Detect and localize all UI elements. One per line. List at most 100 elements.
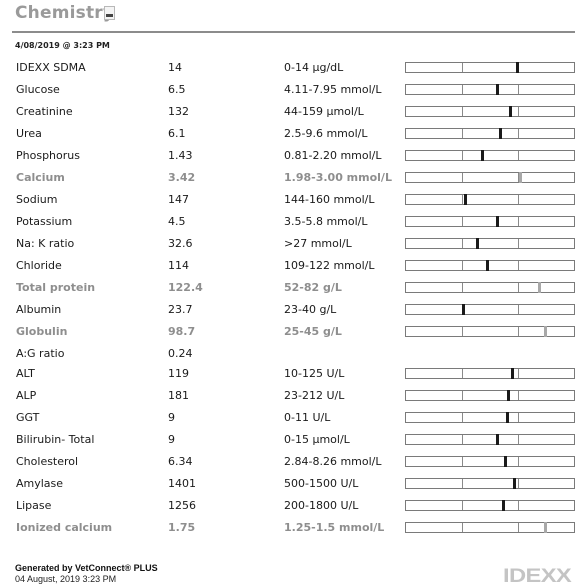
test-name: Cholesterol [16, 455, 79, 468]
gauge-marker [475, 238, 479, 249]
gauge-divider [518, 217, 519, 226]
test-value: 6.1 [168, 127, 186, 140]
gauge-divider [462, 457, 463, 466]
test-name: Sodium [16, 193, 58, 206]
range-gauge [405, 478, 575, 489]
test-name: Lipase [16, 499, 52, 512]
reference-range: 23-40 g/L [284, 303, 337, 316]
test-name: Chloride [16, 259, 62, 272]
header-divider [12, 31, 575, 33]
gauge-divider [462, 327, 463, 336]
printer-icon[interactable] [104, 6, 115, 20]
gauge-marker [499, 128, 503, 139]
page-title: Chemistry [15, 3, 115, 23]
range-gauge [405, 150, 575, 161]
test-value: 1.43 [168, 149, 193, 162]
test-value: 3.42 [168, 171, 196, 184]
gauge-divider [462, 523, 463, 532]
reference-range: 1.25-1.5 mmol/L [284, 521, 385, 534]
reference-range: 10-125 U/L [284, 367, 345, 380]
gauge-divider [518, 327, 519, 336]
gauge-divider [518, 369, 519, 378]
test-value: 147 [168, 193, 189, 206]
test-name: Potassium [16, 215, 73, 228]
reference-range: 4.11-7.95 mmol/L [284, 83, 382, 96]
reference-range: 144-160 mmol/L [284, 193, 375, 206]
reference-range: 0-15 µmol/L [284, 433, 350, 446]
gauge-divider [518, 479, 519, 488]
footer-generated-date: 04 August, 2019 3:23 PM [15, 574, 117, 584]
gauge-divider [518, 239, 519, 248]
test-name: Na: K ratio [16, 237, 75, 250]
reference-range: 0-14 µg/dL [284, 61, 344, 74]
reference-range: 52-82 g/L [284, 281, 342, 294]
gauge-divider [518, 195, 519, 204]
gauge-divider [462, 479, 463, 488]
gauge-divider [518, 151, 519, 160]
gauge-marker [510, 368, 514, 379]
gauge-marker [495, 84, 499, 95]
result-row: ALP 181 23-212 U/L [0, 385, 585, 407]
gauge-divider [462, 173, 463, 182]
gauge-divider [462, 501, 463, 510]
gauge-divider [518, 501, 519, 510]
gauge-marker [462, 304, 466, 315]
gauge-divider [518, 261, 519, 270]
test-value: 181 [168, 389, 189, 402]
reference-range: >27 mmol/L [284, 237, 352, 250]
reference-range: 0.81-2.20 mmol/L [284, 149, 382, 162]
reference-range: 44-159 µmol/L [284, 105, 364, 118]
reference-range: 3.5-5.8 mmol/L [284, 215, 368, 228]
reference-range: 500-1500 U/L [284, 477, 359, 490]
idexx-logo: IDEXX [503, 566, 572, 587]
test-value: 9 [168, 433, 175, 446]
result-row: A:G ratio 0.24 [0, 343, 585, 365]
gauge-marker [519, 172, 523, 183]
test-value: 23.7 [168, 303, 193, 316]
test-value: 114 [168, 259, 189, 272]
gauge-marker [485, 260, 489, 271]
test-value: 1256 [168, 499, 196, 512]
test-value: 132 [168, 105, 189, 118]
result-row: Potassium 4.5 3.5-5.8 mmol/L [0, 211, 585, 233]
test-value: 4.5 [168, 215, 186, 228]
footer-generated-by: Generated by VetConnect® PLUS [15, 563, 158, 573]
result-row: Creatinine 132 44-159 µmol/L [0, 101, 585, 123]
test-value: 0.24 [168, 347, 193, 360]
reference-range: 2.5-9.6 mmol/L [284, 127, 368, 140]
gauge-divider [462, 239, 463, 248]
gauge-marker [495, 216, 499, 227]
gauge-divider [518, 305, 519, 314]
gauge-marker [480, 150, 484, 161]
gauge-divider [462, 391, 463, 400]
range-gauge [405, 522, 575, 533]
result-row: Phosphorus 1.43 0.81-2.20 mmol/L [0, 145, 585, 167]
test-name: Ionized calcium [16, 521, 113, 534]
test-value: 32.6 [168, 237, 193, 250]
gauge-marker [509, 106, 513, 117]
range-gauge [405, 412, 575, 423]
gauge-divider [462, 283, 463, 292]
test-name: Total protein [16, 281, 96, 294]
test-value: 1401 [168, 477, 196, 490]
test-name: IDEXX SDMA [16, 61, 86, 74]
result-row: Lipase 1256 200-1800 U/L [0, 495, 585, 517]
range-gauge [405, 282, 575, 293]
test-value: 119 [168, 367, 189, 380]
gauge-divider [462, 369, 463, 378]
gauge-divider [462, 85, 463, 94]
gauge-divider [518, 435, 519, 444]
gauge-divider [462, 107, 463, 116]
gauge-divider [518, 391, 519, 400]
gauge-divider [462, 261, 463, 270]
result-row: Na: K ratio 32.6 >27 mmol/L [0, 233, 585, 255]
range-gauge [405, 106, 575, 117]
range-gauge [405, 260, 575, 271]
result-datetime: 4/08/2019 @ 3:23 PM [15, 41, 110, 50]
gauge-divider [518, 129, 519, 138]
gauge-divider [518, 107, 519, 116]
result-row: IDEXX SDMA 14 0-14 µg/dL [0, 57, 585, 79]
result-row: Chloride 114 109-122 mmol/L [0, 255, 585, 277]
reference-range: 0-11 U/L [284, 411, 331, 424]
test-name: Creatinine [16, 105, 73, 118]
